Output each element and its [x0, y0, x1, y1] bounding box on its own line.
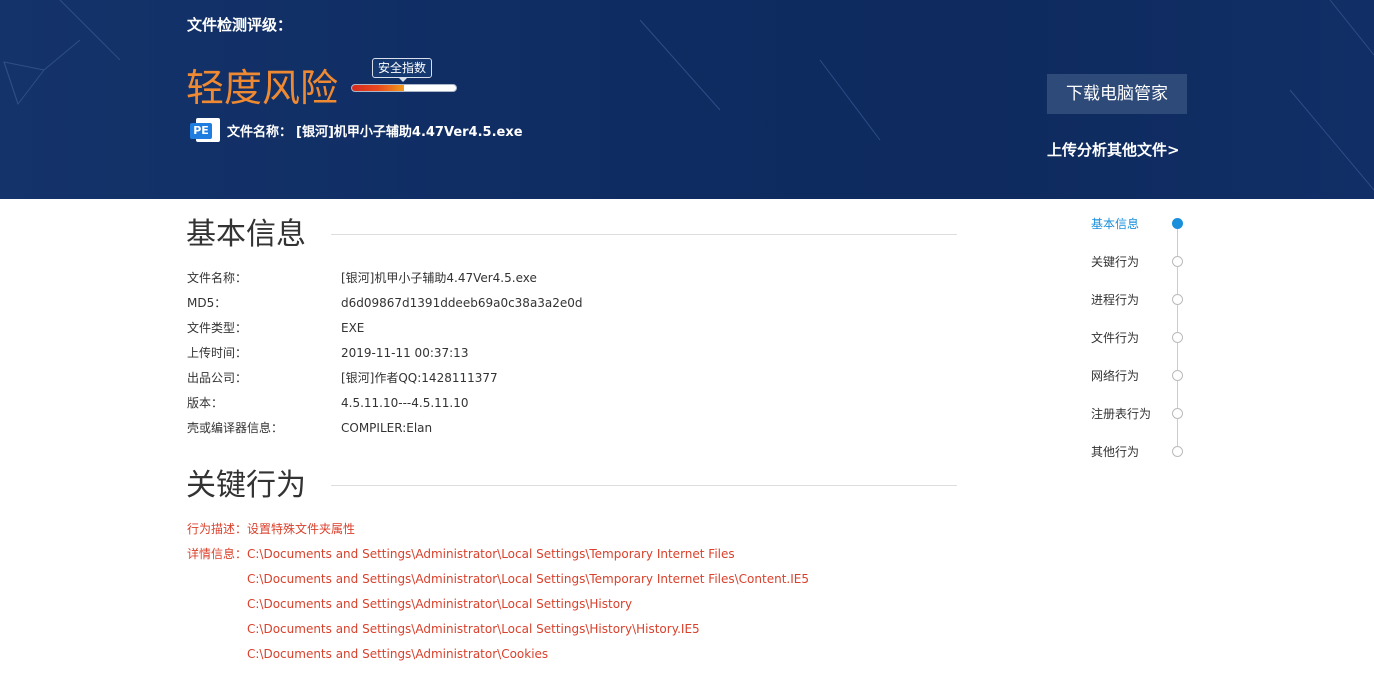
- nav-item-process-behavior[interactable]: 进程行为: [1091, 288, 1201, 312]
- info-value: 2019-11-11 00:37:13: [341, 346, 469, 360]
- risk-level: 轻度风险: [186, 66, 339, 110]
- nav-dot-icon: [1172, 294, 1183, 305]
- info-value: COMPILER:Elan: [341, 421, 433, 435]
- behavior-detail-item: C:\Documents and Settings\Administrator\…: [247, 647, 549, 661]
- nav-item-registry-behavior[interactable]: 注册表行为: [1091, 402, 1201, 426]
- nav-item-label: 进程行为: [1091, 293, 1140, 307]
- nav-item-label: 其他行为: [1091, 445, 1140, 459]
- score-tag: 安全指数: [372, 58, 433, 82]
- nav-item-label: 关键行为: [1091, 255, 1140, 269]
- key-behavior-divider: [331, 485, 957, 486]
- nav-item-label: 网络行为: [1091, 369, 1140, 383]
- file-name-value: [银河]机甲小子辅助4.47Ver4.5.exe: [296, 124, 523, 140]
- behavior-detail-item: C:\Documents and Settings\Administrator\…: [247, 572, 809, 586]
- nav-item-network-behavior[interactable]: 网络行为: [1091, 364, 1201, 388]
- behavior-description: 行为描述：设置特殊文件夹属性: [187, 522, 356, 536]
- info-key: 出品公司：: [187, 371, 248, 385]
- info-key: 文件类型：: [187, 321, 248, 335]
- behavior-detail-item: C:\Documents and Settings\Administrator\…: [247, 597, 633, 611]
- nav-item-key-behavior[interactable]: 关键行为: [1091, 250, 1201, 274]
- behavior-detail-label: 详情信息：: [187, 547, 248, 561]
- pe-badge: PE: [190, 123, 212, 139]
- info-key: 上传时间：: [187, 346, 248, 360]
- info-value: 4.5.11.10---4.5.11.10: [341, 396, 469, 410]
- pe-file-icon: PE: [190, 118, 221, 142]
- side-nav: 基本信息 关键行为 进程行为 文件行为 网络行为 注册表行为 其他行为: [1060, 212, 1200, 472]
- info-key: 壳或编译器信息：: [187, 421, 284, 435]
- score-bar: [351, 84, 457, 92]
- file-name-key: 文件名称：: [227, 124, 293, 140]
- info-value: d6d09867d1391ddeeb69a0c38a3a2e0d: [341, 296, 583, 310]
- nav-dot-icon: [1172, 218, 1183, 229]
- behavior-detail-item: C:\Documents and Settings\Administrator\…: [247, 622, 700, 636]
- nav-dot-icon: [1172, 446, 1183, 457]
- nav-dot-icon: [1172, 332, 1183, 343]
- info-key: 版本：: [187, 396, 224, 410]
- nav-item-file-behavior[interactable]: 文件行为: [1091, 326, 1201, 350]
- upload-link[interactable]: 上传分析其他文件>: [1047, 139, 1180, 160]
- info-value: [银河]作者QQ:1428111377: [341, 371, 498, 385]
- behavior-detail-item: C:\Documents and Settings\Administrator\…: [247, 547, 735, 561]
- nav-dot-icon: [1172, 408, 1183, 419]
- nav-item-label: 基本信息: [1091, 217, 1140, 231]
- nav-item-basic-info[interactable]: 基本信息: [1091, 212, 1201, 236]
- nav-item-other-behavior[interactable]: 其他行为: [1091, 440, 1201, 464]
- basic-info-title: 基本信息: [186, 217, 306, 252]
- nav-dot-icon: [1172, 370, 1183, 381]
- nav-dot-icon: [1172, 256, 1183, 267]
- key-behavior-title: 关键行为: [186, 468, 306, 503]
- file-name-line: PE 文件名称： [银河]机甲小子辅助4.47Ver4.5.exe: [190, 118, 523, 142]
- info-key: 文件名称：: [187, 271, 248, 285]
- info-value: EXE: [341, 321, 365, 335]
- info-value: [银河]机甲小子辅助4.47Ver4.5.exe: [341, 271, 537, 285]
- basic-info-divider: [331, 234, 957, 235]
- nav-item-label: 文件行为: [1091, 331, 1140, 345]
- rating-label: 文件检测评级：: [187, 16, 293, 34]
- download-button[interactable]: 下载电脑管家: [1047, 74, 1187, 114]
- info-key: MD5：: [187, 296, 227, 310]
- nav-item-label: 注册表行为: [1091, 407, 1152, 421]
- score-fill: [352, 85, 404, 91]
- header-banner: 文件检测评级： 轻度风险 安全指数 PE 文件名称： [银河]机甲小子辅助4.47…: [0, 0, 1374, 199]
